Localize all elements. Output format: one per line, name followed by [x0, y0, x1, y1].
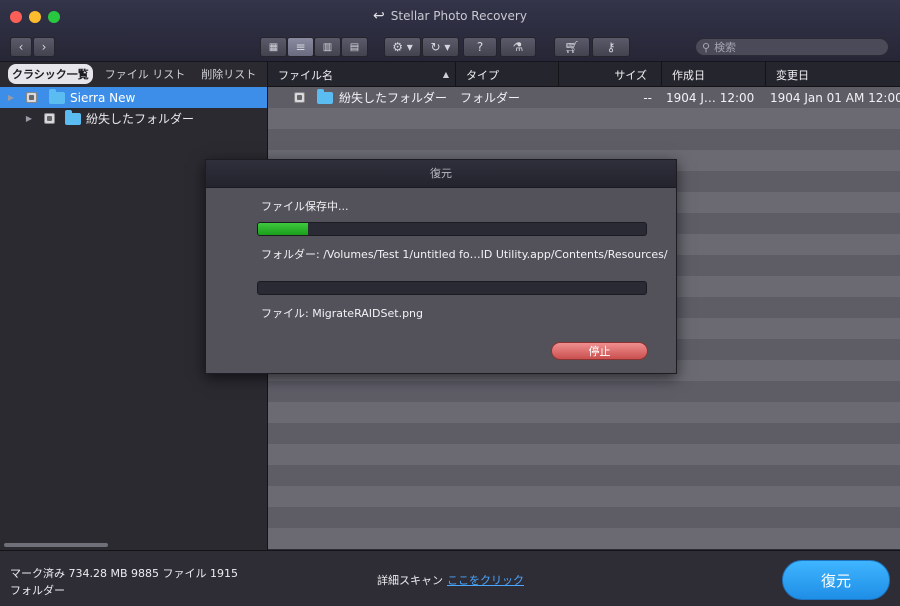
overall-progress-bar	[257, 222, 647, 236]
table-row-stripe	[268, 108, 900, 129]
column-header-type[interactable]: タイプ	[456, 62, 559, 87]
cart-icon: 🛒︎	[564, 40, 580, 54]
column-header-name[interactable]: ファイル名 ▲	[268, 62, 456, 87]
help-button[interactable]: ?	[463, 37, 497, 57]
disclosure-triangle-icon[interactable]: ▶	[24, 114, 34, 123]
cell-size: --	[643, 90, 652, 105]
forward-button[interactable]: ›	[33, 37, 55, 57]
tree-checkbox[interactable]	[44, 113, 55, 124]
coverflow-view-icon: ▤	[349, 41, 360, 53]
table-row-stripe	[268, 507, 900, 528]
back-button[interactable]: ‹	[10, 37, 32, 57]
saving-status: ファイル保存中...	[261, 200, 349, 213]
row-checkbox[interactable]	[294, 92, 305, 103]
table-row-stripe	[268, 381, 900, 402]
file-progress-bar	[257, 281, 647, 295]
activate-button[interactable]: ⚷	[592, 37, 630, 57]
back-arrow-icon[interactable]: ↩	[373, 8, 385, 24]
column-view-button[interactable]: ▥	[314, 37, 341, 57]
cell-created: 1904 J… 12:00	[666, 90, 755, 105]
overall-progress-fill	[258, 223, 309, 235]
table-row[interactable]: 紛失したフォルダー フォルダー -- 1904 J… 12:00 1904 Ja…	[268, 87, 900, 108]
horizontal-scrollbar[interactable]	[4, 543, 108, 547]
status-bar: マーク済み 734.28 MB 9885 ファイル 1915 フォルダー 詳細ス…	[0, 550, 900, 606]
chevron-right-icon: ›	[41, 40, 47, 54]
scan-icon: ⚗	[512, 40, 524, 54]
restore-progress-dialog: 復元 ファイル保存中... フォルダー: /Volumes/Test 1/unt…	[205, 159, 677, 374]
folder-icon	[65, 109, 81, 125]
table-row-stripe	[268, 444, 900, 465]
deep-scan-link[interactable]: ここをクリック	[447, 574, 524, 587]
chevron-left-icon: ‹	[18, 40, 24, 54]
search-icon: ⚲	[702, 40, 711, 54]
tab-classic-list[interactable]: クラシック一覧	[8, 64, 93, 84]
table-row-stripe	[268, 528, 900, 549]
grid-view-icon: ▦	[268, 41, 279, 53]
disclosure-triangle-icon[interactable]: ▶	[6, 93, 16, 102]
list-view-button[interactable]: ≡	[287, 37, 314, 57]
table-row-stripe	[268, 465, 900, 486]
table-row-stripe	[268, 423, 900, 444]
settings-menu-button[interactable]: ⚙ ▾	[384, 37, 421, 57]
sidebar-tabs: クラシック一覧 ファイル リスト 削除リスト	[0, 62, 267, 86]
table-row-stripe	[268, 486, 900, 507]
scan-button[interactable]: ⚗	[500, 37, 536, 57]
tree-item-lost-folder[interactable]: ▶ 紛失したフォルダー	[0, 108, 267, 129]
tree-item-label: Sierra New	[70, 90, 136, 105]
buy-button[interactable]: 🛒︎	[554, 37, 590, 57]
folder-icon	[317, 88, 333, 104]
column-header-created[interactable]: 作成日	[662, 62, 766, 87]
column-header-size[interactable]: サイズ	[559, 62, 662, 87]
cell-name: 紛失したフォルダー	[268, 88, 456, 106]
cell-modified: 1904 Jan 01 AM 12:00	[770, 90, 900, 105]
tree-item-label: 紛失したフォルダー	[86, 112, 195, 126]
deep-scan-prompt: 詳細スキャン ここをクリック	[377, 574, 524, 587]
title-bar: ↩ Stellar Photo Recovery ‹ › ▦ ≡ ▥ ▤ ⚙ ▾ …	[0, 0, 900, 62]
help-icon: ?	[476, 40, 484, 54]
restore-button[interactable]: 復元	[782, 560, 890, 600]
search-box[interactable]: ⚲	[695, 38, 889, 56]
sort-ascending-icon: ▲	[442, 70, 449, 79]
icon-view-button[interactable]: ▦	[260, 37, 287, 57]
history-icon: ↻ ▾	[430, 40, 451, 54]
folder-icon	[49, 88, 65, 104]
dialog-title: 復元	[206, 160, 676, 188]
selection-stats: マーク済み 734.28 MB 9885 ファイル 1915 フォルダー	[10, 567, 238, 597]
table-header: ファイル名 ▲ タイプ サイズ 作成日 変更日	[268, 62, 900, 87]
folder-path: フォルダー: /Volumes/Test 1/untitled fo…ID Ut…	[261, 248, 668, 261]
tree-checkbox[interactable]	[26, 92, 37, 103]
gear-icon: ⚙ ▾	[392, 40, 413, 54]
column-view-icon: ▥	[322, 41, 333, 53]
current-file: ファイル: MigrateRAIDSet.png	[261, 307, 424, 320]
window-title: ↩ Stellar Photo Recovery	[373, 8, 527, 24]
column-header-modified[interactable]: 変更日	[766, 62, 900, 87]
tree-item-sierra-new[interactable]: ▶ Sierra New	[0, 87, 267, 108]
table-row-stripe	[268, 402, 900, 423]
key-icon: ⚷	[606, 40, 616, 54]
coverflow-view-button[interactable]: ▤	[341, 37, 368, 57]
tab-file-list[interactable]: ファイル リスト	[101, 64, 190, 84]
list-view-icon: ≡	[295, 40, 306, 54]
table-row-stripe	[268, 129, 900, 150]
history-menu-button[interactable]: ↻ ▾	[422, 37, 459, 57]
stop-button[interactable]: 停止	[551, 342, 648, 360]
cell-type: フォルダー	[460, 91, 521, 105]
tab-deleted-list[interactable]: 削除リスト	[197, 64, 260, 84]
search-input[interactable]	[714, 40, 865, 54]
